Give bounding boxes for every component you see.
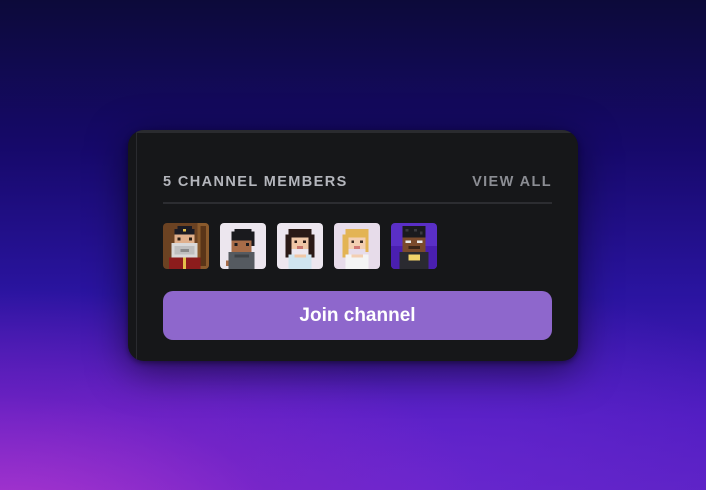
member-avatar-list bbox=[163, 223, 437, 269]
channel-members-card: 5 CHANNEL MEMBERS VIEW ALL Join channel bbox=[128, 130, 578, 361]
member-avatar[interactable] bbox=[334, 223, 380, 269]
card-header: 5 CHANNEL MEMBERS VIEW ALL bbox=[163, 172, 552, 192]
channel-members-title: 5 CHANNEL MEMBERS bbox=[163, 174, 348, 190]
member-avatar[interactable] bbox=[163, 223, 209, 269]
member-avatar[interactable] bbox=[220, 223, 266, 269]
pixel-avatar-captain-icon bbox=[163, 223, 209, 269]
view-all-link[interactable]: VIEW ALL bbox=[472, 172, 552, 192]
pixel-avatar-man-icon bbox=[220, 223, 266, 269]
member-avatar[interactable] bbox=[391, 223, 437, 269]
pixel-avatar-woman-dark-hair-icon bbox=[277, 223, 323, 269]
member-avatar[interactable] bbox=[277, 223, 323, 269]
pixel-avatar-man-purple-bg-icon bbox=[391, 223, 437, 269]
header-divider bbox=[163, 202, 552, 204]
pixel-avatar-woman-blonde-icon bbox=[334, 223, 380, 269]
join-channel-button[interactable]: Join channel bbox=[163, 291, 552, 340]
